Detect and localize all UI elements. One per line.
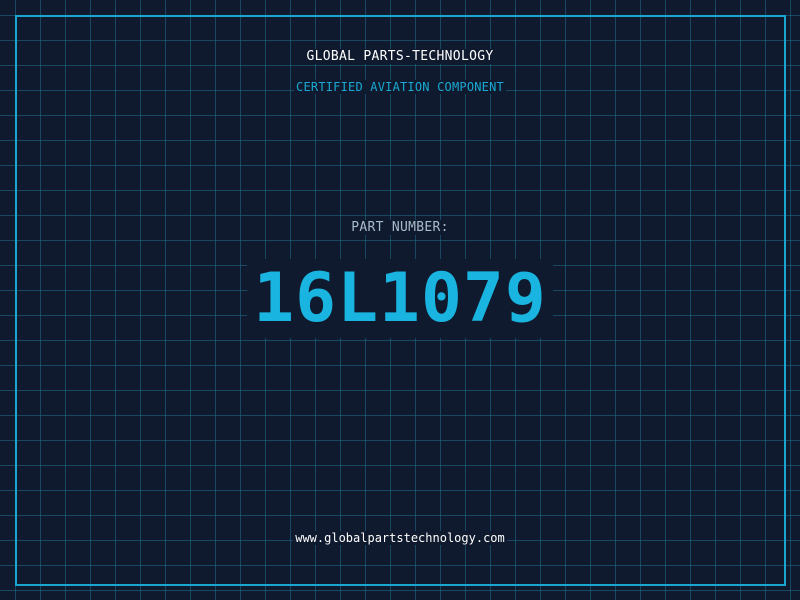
tagline-text: CERTIFIED AVIATION COMPONENT — [294, 80, 506, 94]
company-name: GLOBAL PARTS-TECHNOLOGY — [0, 49, 800, 64]
part-number-label: PART NUMBER: — [0, 220, 800, 235]
tagline: CERTIFIED AVIATION COMPONENT — [0, 80, 800, 94]
part-number-value: 16L1079 — [0, 258, 800, 340]
part-certificate-card: GLOBAL PARTS-TECHNOLOGY CERTIFIED AVIATI… — [0, 0, 800, 600]
part-number-label-text: PART NUMBER: — [349, 220, 451, 235]
part-number-value-text: 16L1079 — [247, 259, 553, 338]
company-name-text: GLOBAL PARTS-TECHNOLOGY — [304, 49, 496, 64]
website-url: www.globalpartstechnology.com — [0, 531, 800, 545]
website-url-text: www.globalpartstechnology.com — [293, 531, 507, 545]
